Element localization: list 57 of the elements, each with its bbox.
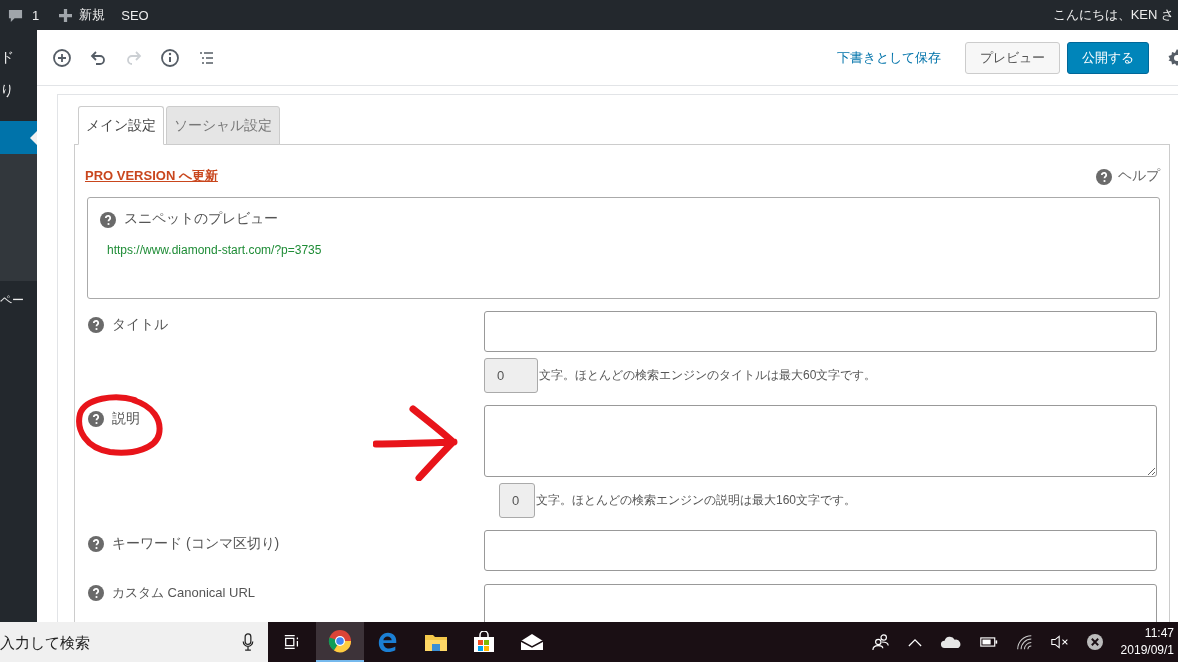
help-icon[interactable] <box>88 536 104 552</box>
field-label: キーワード (コンマ区切り) <box>112 535 280 553</box>
seo-menu[interactable]: SEO <box>121 7 149 23</box>
comment-count[interactable]: 1 <box>32 7 40 23</box>
tab[interactable]: ソーシャル設定 <box>166 106 280 145</box>
help-icon[interactable] <box>100 211 116 228</box>
help-icon[interactable] <box>1096 168 1112 185</box>
browser-e-icon <box>377 631 399 653</box>
sidebar-item[interactable]: り <box>0 79 37 112</box>
counter-note: 文字。ほとんどの検索エンジンのタイトルは最大60文字です。 <box>539 367 877 384</box>
character-count: 0 <box>484 358 538 393</box>
clock-date[interactable]: 2019/09/1 <box>1120 642 1174 659</box>
mute-icon[interactable] <box>1050 635 1069 649</box>
snippet-url: https://www.diamond-start.com/?p=3735 <box>107 243 323 257</box>
comment-icon[interactable] <box>8 7 23 23</box>
help-link[interactable]: ヘルプ <box>1118 167 1160 185</box>
chevron-up-icon[interactable] <box>907 637 922 647</box>
task-view-icon <box>283 633 301 651</box>
field-label: タイトル <box>112 316 168 334</box>
cloud-icon[interactable] <box>939 635 962 649</box>
input-field[interactable] <box>484 584 1157 622</box>
field-label: 説明 <box>112 410 140 428</box>
store-icon <box>473 631 495 653</box>
sidebar-item[interactable] <box>0 121 37 154</box>
browser-icon <box>328 629 352 653</box>
close-icon[interactable] <box>1086 634 1103 650</box>
tab[interactable]: メイン設定 <box>78 106 164 145</box>
help-icon[interactable] <box>88 317 104 333</box>
microphone-icon[interactable] <box>242 633 254 652</box>
text-area[interactable] <box>484 405 1157 477</box>
folder-icon <box>424 632 448 652</box>
sidebar-item[interactable]: ド <box>0 46 37 79</box>
new-menu[interactable]: 新規 <box>79 6 106 24</box>
battery-icon[interactable] <box>979 637 998 647</box>
counter-note: 文字。ほとんどの検索エンジンの説明は最大160文字です。 <box>536 492 857 509</box>
plus-icon[interactable] <box>59 8 73 22</box>
mail-icon <box>520 633 544 651</box>
sidebar-item[interactable]: ペー <box>0 289 37 322</box>
wifi-icon[interactable] <box>1015 633 1033 651</box>
preview-button[interactable]: プレビュー <box>965 41 1060 74</box>
snippet-title: スニペットのプレビュー <box>124 210 278 228</box>
taskbar-app[interactable] <box>316 622 364 662</box>
input-field[interactable] <box>484 311 1157 352</box>
add-icon[interactable] <box>52 47 72 68</box>
search-field[interactable]: 入力して検索 <box>0 622 268 662</box>
character-count: 0 <box>499 483 535 518</box>
clock-time[interactable]: 11:47 <box>1144 625 1174 642</box>
help-icon[interactable] <box>88 585 104 601</box>
publish-button[interactable]: 公開する <box>1067 41 1149 74</box>
field-label: カスタム Canonical URL <box>112 584 256 602</box>
greeting[interactable]: こんにちは、KEN さ <box>1052 6 1174 24</box>
help-icon[interactable] <box>88 411 104 427</box>
save-draft-link[interactable]: 下書きとして保存 <box>837 48 941 67</box>
info-icon[interactable] <box>160 47 180 68</box>
input-field[interactable] <box>484 530 1157 571</box>
pro-upgrade-link[interactable]: PRO VERSION へ更新 <box>85 167 218 185</box>
people-icon[interactable] <box>871 633 890 651</box>
